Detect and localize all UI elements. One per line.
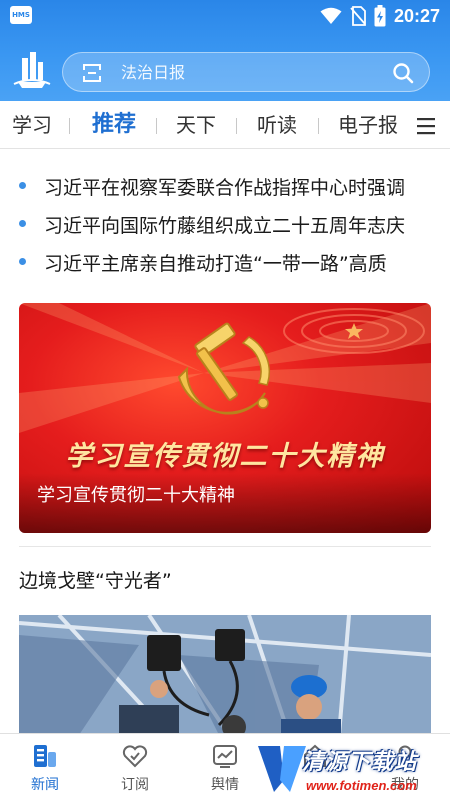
status-icons: 20:27 (320, 3, 440, 29)
channel-tabs: 学习 推荐 天下 听读 电子报 (0, 101, 450, 149)
tab-divider (156, 118, 157, 134)
search-bar[interactable]: 法治日报 (62, 52, 430, 92)
watermark-url: www.fotimen.com (306, 778, 417, 793)
headline-text[interactable]: 习近平在视察军委联合作战指挥中心时强调 (44, 174, 450, 202)
search-row: 法治日报 (0, 46, 450, 94)
notification-app-icon: HMS (10, 6, 32, 24)
search-icon[interactable] (391, 61, 415, 85)
tab-study[interactable]: 学习 (12, 111, 52, 139)
app-header: HMS 20:27 法治日报 (0, 0, 450, 101)
bullet-dot (19, 258, 26, 265)
headline-text[interactable]: 习近平向国际竹藤组织成立二十五周年志庆 (44, 212, 450, 240)
tab-divider (236, 118, 237, 134)
watermark-title: 清源下载站 (302, 750, 418, 775)
divider (19, 546, 431, 547)
site-watermark: 清源下载站 www.fotimen.com (254, 740, 440, 798)
banner-caption[interactable]: 学习宣传贯彻二十大精神 (37, 483, 235, 509)
headline-item[interactable]: 习近平向国际竹藤组织成立二十五周年志庆 (0, 204, 450, 242)
solar-panel-photo (19, 615, 431, 735)
nav-news[interactable]: 新闻 (0, 734, 90, 800)
bullet-dot (19, 220, 26, 227)
news-icon (34, 745, 56, 767)
featured-banner[interactable]: 学习宣传贯彻二十大精神 学习宣传贯彻二十大精神 (19, 303, 431, 533)
bottom-nav: 新闻 订阅 舆情 我的 清源下载站 www.fotimen.com (0, 733, 450, 800)
bullet-dot (19, 182, 26, 189)
menu-icon[interactable] (416, 116, 436, 136)
no-sim-icon (350, 6, 366, 26)
search-placeholder[interactable]: 法治日报 (121, 62, 185, 84)
wifi-icon (320, 7, 342, 24)
headline-text[interactable]: 习近平主席亲自推动打造“一带一路”高质 (44, 250, 450, 278)
battery-charging-icon (374, 5, 386, 27)
heart-icon (122, 745, 148, 768)
nav-subscribe[interactable]: 订阅 (90, 734, 180, 800)
tab-world[interactable]: 天下 (176, 111, 216, 139)
status-bar: HMS 20:27 (0, 0, 450, 32)
tab-listen[interactable]: 听读 (257, 111, 297, 139)
app-logo-icon[interactable] (8, 46, 56, 94)
tab-divider (318, 118, 319, 134)
headline-item[interactable]: 习近平在视察军委联合作战指挥中心时强调 (0, 166, 450, 204)
banner-slogan: 学习宣传贯彻二十大精神 (65, 441, 385, 472)
article-title[interactable]: 边境戈壁“守光者” (19, 566, 172, 596)
tab-recommended[interactable]: 推荐 (92, 111, 136, 139)
chart-icon (213, 745, 237, 768)
article-image[interactable] (19, 615, 431, 735)
nav-label: 订阅 (121, 777, 149, 793)
tab-divider (69, 118, 70, 134)
tab-epaper[interactable]: 电子报 (338, 111, 398, 139)
nav-label: 新闻 (31, 777, 59, 793)
scan-icon[interactable] (81, 62, 103, 84)
headline-item[interactable]: 习近平主席亲自推动打造“一带一路”高质 (0, 242, 450, 280)
clock: 20:27 (393, 5, 440, 26)
